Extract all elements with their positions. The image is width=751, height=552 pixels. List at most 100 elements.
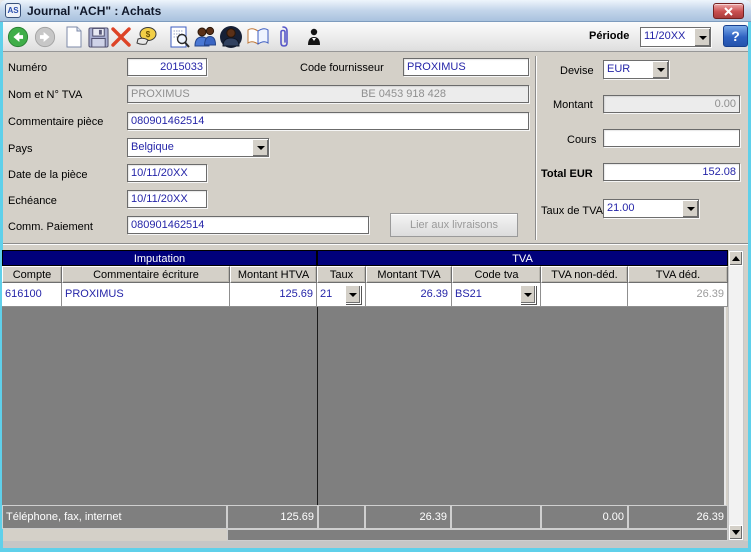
user-icon: [220, 26, 242, 48]
row-taux-dropdown-button[interactable]: [345, 285, 361, 304]
totals-tva-ded: 26.39: [628, 505, 728, 529]
users-button[interactable]: [193, 25, 217, 49]
periode-dropdown-button[interactable]: [694, 28, 710, 46]
taux-tva-value: 21.00: [607, 202, 635, 214]
totals-tva-non-ded: 0.00: [541, 505, 628, 529]
vertical-scrollbar[interactable]: [728, 250, 744, 541]
devise-combobox[interactable]: EUR: [603, 60, 669, 79]
new-document-button[interactable]: [62, 25, 86, 49]
chevron-down-icon: [524, 292, 532, 297]
row-tva-non-ded-cell[interactable]: [541, 283, 628, 307]
comm-paiement-input[interactable]: 080901462514: [127, 216, 369, 234]
montant-input: 0.00: [603, 95, 740, 113]
row-commentaire-cell[interactable]: PROXIMUS: [62, 283, 230, 307]
numero-label: Numéro: [8, 62, 48, 74]
code-fournisseur-input[interactable]: PROXIMUS: [403, 58, 529, 76]
total-eur-input[interactable]: 152.08: [603, 163, 740, 181]
nom-tva-name: PROXIMUS: [131, 88, 190, 100]
row-code-tva-dropdown-button[interactable]: [520, 285, 536, 304]
totals-montant-htva: 125.69: [227, 505, 318, 529]
row-tva-ded-cell: 26.39: [628, 283, 728, 307]
chevron-down-icon: [256, 146, 265, 150]
taux-tva-label: Taux de TVA: [541, 205, 603, 217]
arrow-up-icon: [732, 256, 740, 261]
payment-icon: $: [136, 27, 157, 45]
cours-input[interactable]: [603, 129, 740, 147]
total-eur-label: Total EUR: [541, 168, 593, 180]
delete-button[interactable]: [109, 25, 133, 49]
comm-paiement-label: Comm. Paiement: [8, 221, 93, 233]
user-button[interactable]: [219, 25, 243, 49]
journal-window: AS Journal "ACH" : Achats $ Période 11/2…: [0, 0, 751, 552]
group-header-tva: TVA: [317, 250, 728, 266]
grid-empty-area[interactable]: [2, 307, 726, 505]
devise-label: Devise: [560, 65, 594, 77]
window-title: Journal "ACH" : Achats: [27, 3, 162, 18]
totals-taux: [318, 505, 365, 529]
totals-footer-strip: [227, 529, 728, 541]
code-fournisseur-label: Code fournisseur: [300, 62, 384, 74]
nom-tva-number: BE 0453 918 428: [361, 88, 447, 100]
status-strip: [3, 541, 748, 548]
row-taux-value: 21: [320, 288, 333, 300]
pays-label: Pays: [8, 143, 33, 155]
save-icon: [87, 26, 109, 48]
row-code-tva-cell[interactable]: BS21: [452, 283, 541, 307]
column-header-tva-non-ded: TVA non-déd.: [541, 266, 628, 283]
forward-button[interactable]: [33, 25, 57, 49]
save-button[interactable]: [86, 25, 110, 49]
chevron-down-icon: [349, 292, 357, 297]
row-montant-tva-cell[interactable]: 26.39: [366, 283, 452, 307]
devise-value: EUR: [607, 63, 631, 75]
attachment-button[interactable]: [271, 25, 295, 49]
book-button[interactable]: [246, 25, 270, 49]
periode-combobox[interactable]: 11/20XX: [640, 27, 711, 47]
devise-dropdown-button[interactable]: [652, 61, 668, 78]
contact-button[interactable]: [302, 25, 326, 49]
form-table-separator: [3, 243, 748, 245]
totals-label: Téléphone, fax, internet: [2, 505, 227, 529]
close-icon: [724, 6, 733, 16]
pays-combobox[interactable]: Belgique: [127, 138, 269, 157]
row-compte-cell[interactable]: 616100: [2, 283, 62, 307]
nom-tva-label: Nom et N° TVA: [8, 89, 83, 101]
arrow-down-icon: [732, 530, 740, 535]
payment-button[interactable]: $: [134, 25, 158, 49]
scroll-down-button[interactable]: [729, 525, 743, 540]
taux-tva-dropdown-button[interactable]: [682, 200, 698, 217]
delete-icon: [111, 27, 131, 47]
contact-icon: [308, 28, 320, 45]
row-code-tva-value: BS21: [455, 288, 482, 300]
back-button[interactable]: [6, 25, 30, 49]
help-button[interactable]: ?: [723, 25, 748, 47]
montant-label: Montant: [553, 99, 593, 111]
back-icon: [7, 26, 29, 48]
close-button[interactable]: [713, 3, 744, 19]
grid-section-divider: [317, 307, 318, 505]
numero-input[interactable]: 2015033: [127, 58, 207, 76]
commentaire-piece-label: Commentaire pièce: [8, 116, 104, 128]
commentaire-piece-input[interactable]: 080901462514: [127, 112, 529, 130]
search-document-button[interactable]: [168, 25, 192, 49]
column-header-tva-ded: TVA déd.: [628, 266, 728, 283]
cours-label: Cours: [567, 134, 597, 146]
column-header-commentaire: Commentaire écriture: [62, 266, 230, 283]
toolbar: $ Période 11/20XX ?: [3, 22, 748, 52]
row-taux-cell[interactable]: 21: [317, 283, 366, 307]
row-montant-htva-cell[interactable]: 125.69: [230, 283, 317, 307]
scroll-up-button[interactable]: [729, 251, 743, 266]
column-header-taux: Taux: [317, 266, 366, 283]
column-header-montant-tva: Montant TVA: [366, 266, 452, 283]
pays-dropdown-button[interactable]: [252, 139, 268, 156]
chevron-down-icon: [698, 35, 707, 40]
echeance-input[interactable]: 10/11/20XX: [127, 190, 207, 208]
column-header-montant-htva: Montant HTVA: [230, 266, 317, 283]
chevron-down-icon: [686, 207, 695, 211]
nom-tva-field: PROXIMUS BE 0453 918 428: [127, 85, 529, 103]
taux-tva-combobox[interactable]: 21.00: [603, 199, 699, 218]
date-piece-label: Date de la pièce: [8, 169, 88, 181]
lier-livraisons-button[interactable]: Lier aux livraisons: [390, 213, 518, 237]
new-document-icon: [66, 26, 82, 48]
app-icon: AS: [5, 3, 21, 18]
date-piece-input[interactable]: 10/11/20XX: [127, 164, 207, 182]
